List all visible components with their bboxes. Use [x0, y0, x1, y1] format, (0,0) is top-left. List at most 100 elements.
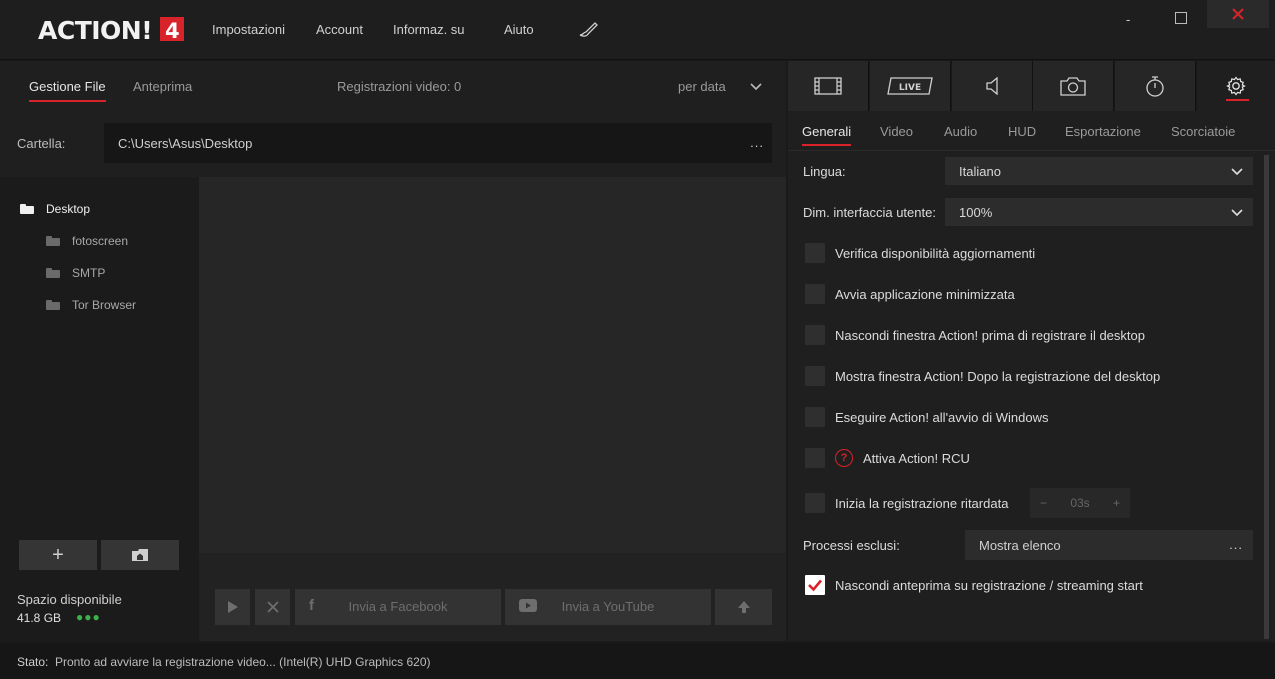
speaker-icon — [986, 77, 998, 95]
show-list-button[interactable]: Mostra elenco ... — [965, 530, 1253, 560]
close-icon — [1232, 8, 1244, 20]
delay-stepper[interactable]: − 03s + — [1030, 488, 1130, 518]
sort-select[interactable]: per data — [678, 79, 726, 94]
option-enable-rcu[interactable]: ? Attiva Action! RCU — [805, 448, 970, 468]
title-bar: ACTION! 4 Impostazioni Account Informaz.… — [0, 0, 1275, 60]
free-space-indicator: ●●● — [76, 610, 101, 624]
menu-account[interactable]: Account — [316, 22, 363, 37]
tree-item-fotoscreen[interactable]: fotoscreen — [46, 234, 128, 248]
screenshot-mode-tab[interactable] — [1033, 61, 1114, 111]
free-space-value: 41.8 GB — [17, 611, 62, 625]
folder-label: Cartella: — [17, 136, 66, 151]
option-label: Attiva Action! RCU — [863, 450, 970, 466]
checkbox[interactable] — [805, 325, 825, 345]
maximize-button[interactable] — [1175, 12, 1187, 24]
option-delayed-recording[interactable]: Inizia la registrazione ritardata — [805, 493, 1008, 513]
settings-mode-tab[interactable] — [1197, 61, 1275, 111]
file-tabs: Gestione File Anteprima Registrazioni vi… — [0, 61, 786, 111]
mode-icon-bar: LIVE — [788, 61, 1275, 111]
checkbox[interactable] — [805, 284, 825, 304]
upload-youtube-label: Invia a YouTube — [561, 599, 655, 614]
tab-shortcuts[interactable]: Scorciatoie — [1171, 124, 1235, 139]
play-button[interactable] — [215, 589, 250, 625]
film-icon — [814, 77, 842, 95]
camera-icon — [1060, 77, 1086, 96]
tab-export[interactable]: Esportazione — [1065, 124, 1141, 139]
help-icon[interactable]: ? — [835, 449, 853, 467]
chevron-down-icon — [1231, 164, 1243, 179]
language-select[interactable]: Italiano — [945, 157, 1253, 185]
menu-help[interactable]: Aiuto — [504, 22, 534, 37]
live-icon: LIVE — [887, 77, 933, 95]
tree-item-tor-browser[interactable]: Tor Browser — [46, 298, 136, 312]
delete-icon — [266, 601, 279, 613]
gear-icon — [1226, 76, 1246, 96]
audio-mode-tab[interactable] — [952, 61, 1033, 111]
tab-file-manager[interactable]: Gestione File — [29, 79, 106, 102]
checkbox[interactable] — [805, 366, 825, 386]
scrollbar-thumb[interactable] — [1264, 155, 1269, 639]
upload-button[interactable] — [715, 589, 772, 625]
tree-item-smtp[interactable]: SMTP — [46, 266, 105, 280]
close-button[interactable] — [1207, 0, 1269, 28]
option-check-updates[interactable]: Verifica disponibilità aggiornamenti — [805, 243, 1035, 263]
tree-item-label: Desktop — [46, 202, 91, 216]
status-bar: Stato: Pronto ad avviare la registrazion… — [0, 643, 1275, 679]
menu-settings[interactable]: Impostazioni — [212, 22, 285, 37]
status-label: Stato: — [17, 655, 49, 669]
option-label: Nascondi finestra Action! prima di regis… — [835, 327, 1145, 343]
folder-path-value: C:\Users\Asus\Desktop — [118, 136, 253, 151]
ui-size-label: Dim. interfaccia utente: — [803, 205, 936, 220]
more-icon: ... — [1229, 537, 1243, 552]
ui-size-select[interactable]: 100% — [945, 198, 1253, 226]
brush-icon[interactable] — [578, 20, 598, 41]
add-folder-button[interactable]: + — [19, 540, 97, 570]
option-run-at-startup[interactable]: Eseguire Action! all'avvio di Windows — [805, 407, 1048, 427]
tree-item-label: SMTP — [72, 266, 106, 280]
tab-audio[interactable]: Audio — [944, 124, 977, 139]
decrement-button[interactable]: − — [1040, 496, 1047, 510]
checkbox[interactable] — [805, 493, 825, 513]
folder-path-field[interactable]: C:\Users\Asus\Desktop ... — [104, 123, 772, 163]
video-mode-tab[interactable] — [788, 61, 869, 111]
tab-preview[interactable]: Anteprima — [133, 79, 192, 94]
upload-icon — [737, 601, 750, 613]
option-start-minimized[interactable]: Avvia applicazione minimizzata — [805, 284, 1015, 304]
svg-text:4: 4 — [165, 19, 180, 42]
checkbox[interactable] — [805, 243, 825, 263]
minimize-button[interactable]: - — [1126, 12, 1138, 27]
option-label: Eseguire Action! all'avvio di Windows — [835, 409, 1049, 425]
live-mode-tab[interactable]: LIVE — [870, 61, 951, 111]
file-manager-panel: Gestione File Anteprima Registrazioni vi… — [0, 61, 786, 641]
folder-icon — [46, 268, 60, 278]
option-show-after-record[interactable]: Mostra finestra Action! Dopo la registra… — [805, 366, 1160, 386]
chevron-down-icon[interactable] — [750, 79, 762, 94]
folder-tree: Desktop fotoscreen SMTP Tor Browser — [0, 177, 199, 641]
preview-area — [199, 177, 786, 553]
tree-item-desktop[interactable]: Desktop — [20, 202, 90, 216]
scrollbar[interactable] — [1264, 155, 1269, 639]
tree-item-label: fotoscreen — [72, 234, 129, 248]
delete-button[interactable] — [255, 589, 290, 625]
home-folder-button[interactable] — [101, 540, 179, 570]
timer-mode-tab[interactable] — [1115, 61, 1196, 111]
tab-general[interactable]: Generali — [802, 124, 852, 146]
checkbox[interactable] — [805, 407, 825, 427]
browse-folder-button[interactable]: ... — [750, 135, 764, 150]
tab-video[interactable]: Video — [880, 124, 913, 139]
language-value: Italiano — [959, 164, 1001, 179]
folder-icon — [20, 204, 34, 214]
checkbox-checked[interactable] — [805, 575, 825, 595]
increment-button[interactable]: + — [1113, 496, 1120, 510]
recordings-count: Registrazioni video: 0 — [337, 79, 462, 94]
menu-info[interactable]: Informaz. su — [393, 22, 465, 37]
language-label: Lingua: — [803, 164, 846, 179]
checkbox[interactable] — [805, 448, 825, 468]
folder-icon — [46, 300, 60, 310]
upload-youtube-button[interactable]: Invia a YouTube — [505, 589, 711, 625]
tab-hud[interactable]: HUD — [1008, 124, 1036, 139]
option-hide-before-record[interactable]: Nascondi finestra Action! prima di regis… — [805, 325, 1145, 345]
home-folder-icon — [132, 549, 148, 561]
upload-facebook-button[interactable]: f Invia a Facebook — [295, 589, 501, 625]
option-hide-preview[interactable]: Nascondi anteprima su registrazione / st… — [805, 575, 1143, 595]
